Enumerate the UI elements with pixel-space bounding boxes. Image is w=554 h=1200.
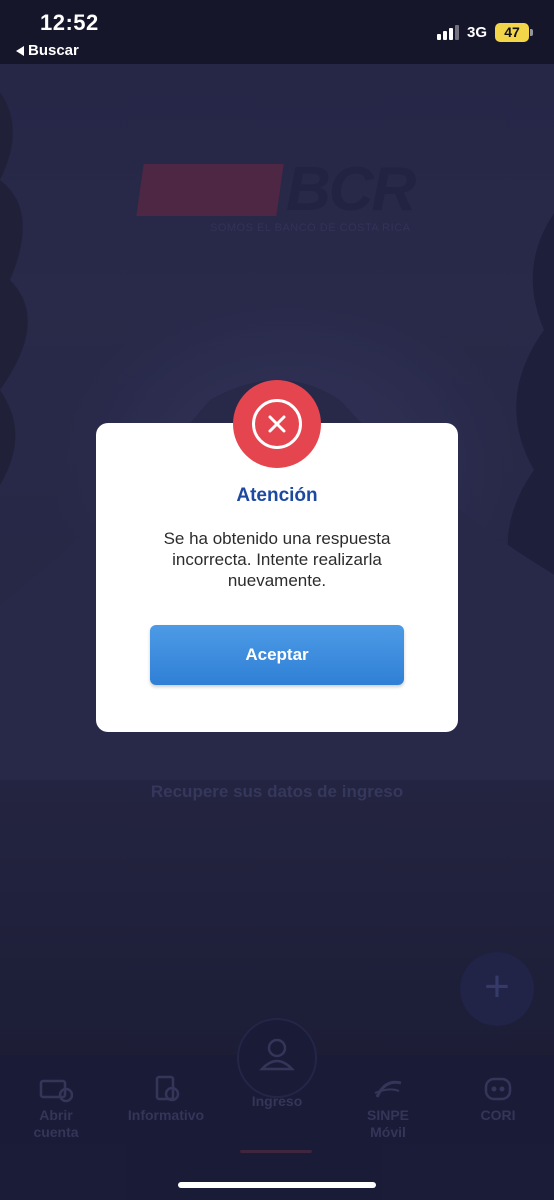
dialog-message: Se ha obtenido una respuesta incorrecta.… — [163, 529, 391, 590]
status-bar: 12:52 Buscar 3G 47 — [0, 0, 554, 64]
x-mark-icon — [268, 415, 286, 433]
battery-icon: 47 — [495, 23, 529, 42]
signal-icon — [437, 24, 459, 40]
accept-button[interactable]: Aceptar — [150, 625, 404, 685]
app-screen: BCR SOMOS EL BANCO DE COSTA RICA Recuper… — [0, 0, 554, 1200]
network-type: 3G — [467, 24, 488, 41]
back-label: Buscar — [28, 42, 79, 59]
error-close-icon — [233, 380, 321, 468]
back-arrow-icon — [16, 45, 24, 56]
battery-tip — [530, 29, 533, 36]
dialog-title: Atención — [236, 485, 318, 506]
home-indicator[interactable] — [178, 1182, 376, 1188]
back-to-search-button[interactable]: Buscar — [16, 42, 79, 59]
error-dialog: Atención Se ha obtenido una respuesta in… — [96, 423, 458, 732]
status-time: 12:52 — [40, 10, 99, 35]
error-ring — [252, 399, 302, 449]
